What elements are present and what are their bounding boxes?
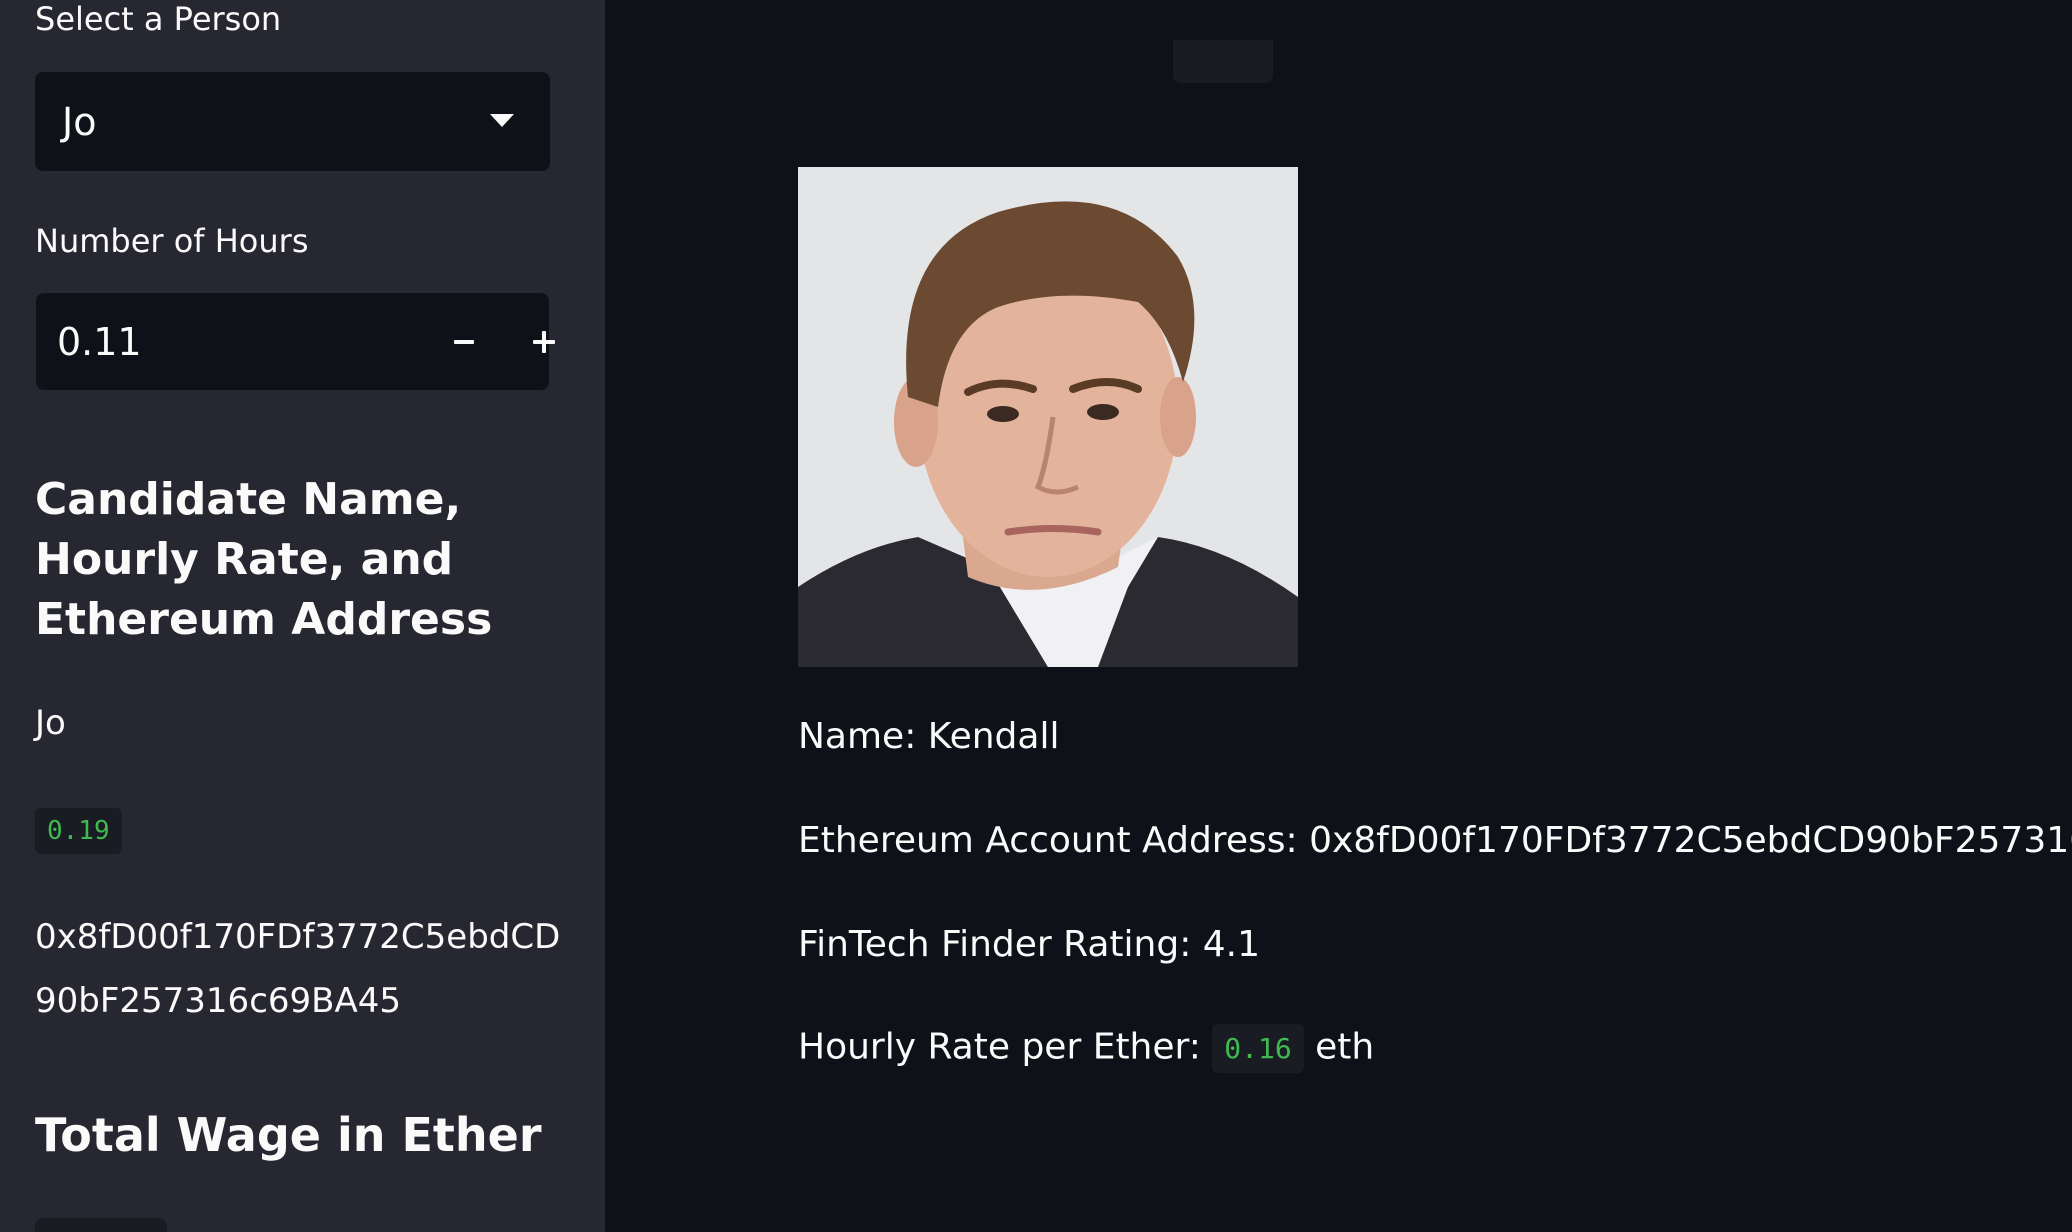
sidebar[interactable]: Select a Person Jo Number of Hours Candi…: [0, 0, 605, 1232]
minus-icon: [454, 339, 474, 344]
main-content[interactable]: Name: Kendall Ethereum Account Address: …: [605, 0, 2072, 1232]
name-label: Name:: [798, 716, 928, 757]
rate-unit: eth: [1315, 1026, 1375, 1068]
candidate-address: 0x8fD00f170FDf3772C5ebdCD90bF257316c69BA…: [35, 917, 561, 1021]
select-person-label: Select a Person: [35, 0, 282, 38]
rate-value-code: 0.16: [1212, 1024, 1304, 1073]
hourly-rate-line: Hourly Rate per Ether: 0.16 eth: [798, 1024, 1374, 1073]
rating-label: FinTech Finder Rating:: [798, 924, 1203, 965]
hours-label: Number of Hours: [35, 222, 309, 260]
candidate-rate: 0.19: [35, 808, 122, 854]
hours-number-input[interactable]: [36, 293, 555, 390]
candidate-photo: [798, 167, 1298, 667]
portrait-image: [798, 167, 1298, 667]
rating-value: 4.1: [1202, 924, 1261, 965]
chevron-down-icon[interactable]: [490, 114, 514, 127]
kendall-address-line: Ethereum Account Address: 0x8fD00f170FDf…: [798, 820, 2072, 861]
wage-heading: Total Wage in Ether: [35, 1108, 542, 1162]
person-select-value: Jo: [62, 100, 97, 144]
candidate-rate-code: 0.19: [35, 808, 122, 854]
increment-button[interactable]: [504, 293, 584, 390]
address-value: 0x8fD00f170FDf3772C5ebdCD90bF257316c69BA…: [1309, 820, 2072, 861]
plus-icon: [533, 330, 555, 353]
candidate-name: Jo: [35, 703, 66, 743]
name-value: Kendall: [927, 716, 1060, 757]
rate-label: Hourly Rate per Ether:: [798, 1026, 1213, 1068]
cut-off-code-chip: [1173, 40, 1273, 83]
wage-value-chip: [35, 1218, 167, 1232]
hours-input[interactable]: [57, 320, 357, 364]
decrement-button[interactable]: [424, 293, 504, 390]
candidate-heading: Candidate Name, Hourly Rate, and Ethereu…: [35, 474, 493, 645]
address-label: Ethereum Account Address:: [798, 820, 1310, 861]
kendall-name-line: Name: Kendall: [798, 716, 1059, 757]
person-select[interactable]: Jo: [35, 72, 550, 171]
rating-line: FinTech Finder Rating: 4.1: [798, 924, 1260, 965]
app-root: Select a Person Jo Number of Hours Candi…: [0, 0, 2072, 1232]
